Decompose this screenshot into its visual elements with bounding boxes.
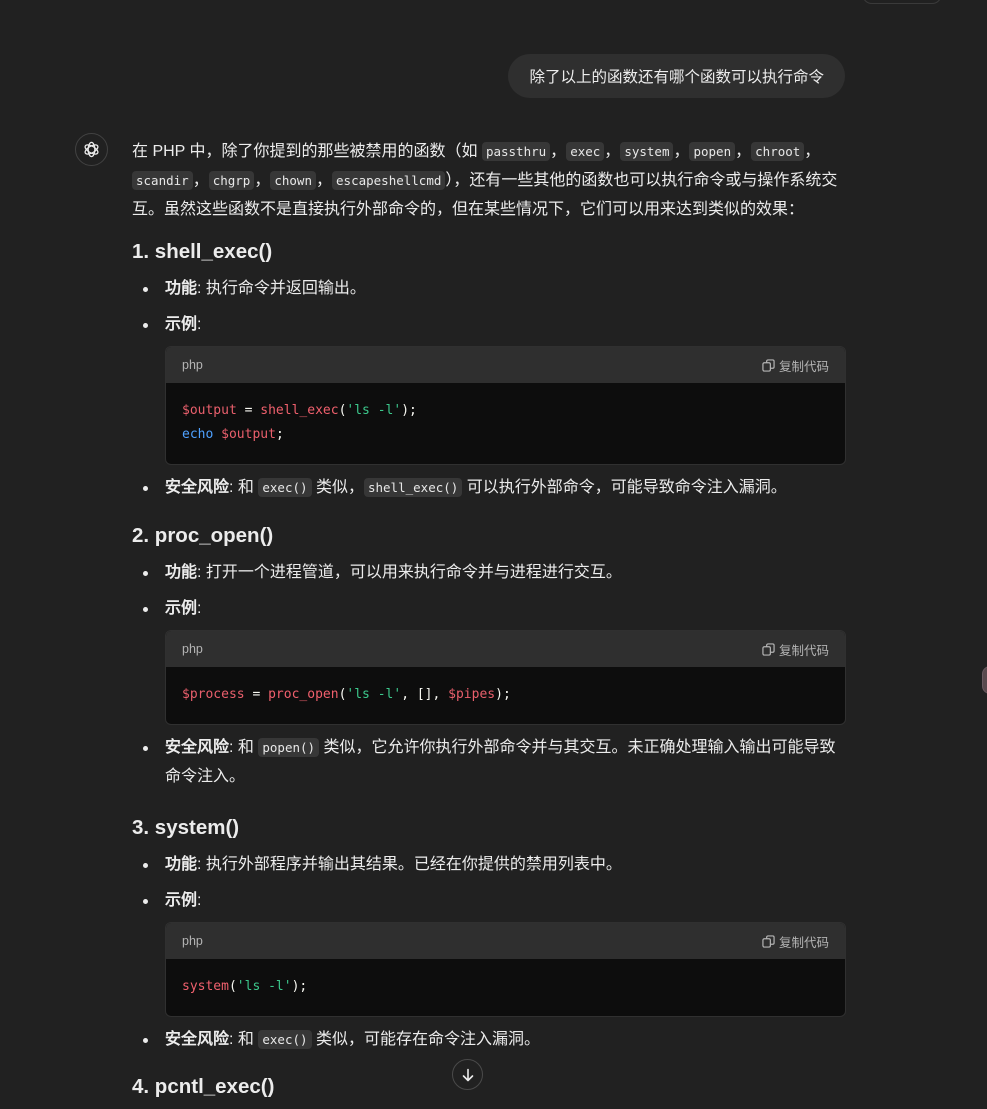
- list-item: 安全风险: 和 popen() 类似，它允许你执行外部命令并与其交互。未正确处理…: [132, 733, 845, 791]
- code-language: php: [182, 934, 203, 948]
- inline-code: system: [620, 142, 674, 161]
- top-button[interactable]: [862, 0, 942, 4]
- section-list: 安全风险: 和 popen() 类似，它允许你执行外部命令并与其交互。未正确处理…: [132, 733, 845, 791]
- code-block: php 复制代码 $process = proc_open('ls -l', […: [165, 630, 846, 725]
- inline-code: escapeshellcmd: [332, 171, 446, 190]
- inline-code: shell_exec(): [363, 478, 463, 497]
- copy-code-button[interactable]: 复制代码: [762, 356, 829, 375]
- inline-code: popen(): [258, 738, 320, 757]
- intro-prefix: 在 PHP 中，除了你提到的那些被禁用的函数（如: [132, 143, 482, 160]
- code-header: php 复制代码: [166, 347, 845, 383]
- section-heading: 3. system(): [132, 816, 240, 839]
- inline-code: exec(): [258, 478, 312, 497]
- code-content: $process = proc_open('ls -l', [], $pipes…: [182, 687, 511, 702]
- user-message-text: 除了以上的函数还有哪个函数可以执行命令: [529, 69, 824, 86]
- list-item: 安全风险: 和 exec() 类似， shell_exec() 可以执行外部命令，…: [132, 473, 845, 502]
- section-list: 功能: 打开一个进程管道，可以用来执行命令并与进程进行交互。 示例:: [132, 558, 845, 623]
- copy-code-button[interactable]: 复制代码: [762, 640, 829, 659]
- section-list: 安全风险: 和 exec() 类似， shell_exec() 可以执行外部命令，…: [132, 473, 845, 502]
- copy-code-button[interactable]: 复制代码: [762, 932, 829, 951]
- inline-code: chown: [270, 171, 316, 190]
- section-heading: 2. proc_open(): [132, 524, 274, 547]
- intro-paragraph: 在 PHP 中，除了你提到的那些被禁用的函数（如 passthru， exec， s…: [132, 142, 838, 218]
- arrow-down-icon: [462, 1068, 473, 1081]
- section-list: 安全风险: 和 exec() 类似，可能存在命令注入漏洞。: [132, 1025, 845, 1054]
- copy-icon: [762, 934, 775, 948]
- list-item: 示例:: [132, 310, 845, 339]
- inline-code: popen: [689, 142, 736, 161]
- openai-logo-icon: [84, 141, 99, 158]
- user-message-bubble: 除了以上的函数还有哪个函数可以执行命令: [508, 54, 845, 98]
- code-header: php 复制代码: [166, 631, 845, 667]
- assistant-message: 在 PHP 中，除了你提到的那些被禁用的函数（如 passthru， exec， s…: [132, 137, 846, 1101]
- inline-code: passthru: [481, 142, 551, 161]
- code-language: php: [182, 642, 203, 656]
- copy-icon: [762, 358, 775, 372]
- section-heading: 1. shell_exec(): [132, 240, 273, 263]
- inline-code: scandir: [132, 171, 193, 190]
- section-list: 功能: 执行命令并返回输出。 示例:: [132, 274, 845, 339]
- side-handle[interactable]: [982, 666, 987, 694]
- code-language: php: [182, 358, 203, 372]
- list-item: 功能: 打开一个进程管道，可以用来执行命令并与进程进行交互。: [132, 558, 845, 587]
- inline-code: exec: [566, 142, 605, 161]
- code-header: php 复制代码: [166, 923, 845, 959]
- code-content: system('ls -l');: [182, 979, 308, 994]
- section-heading: 4. pcntl_exec(): [132, 1075, 275, 1098]
- list-item: 功能: 执行外部程序并输出其结果。已经在你提供的禁用列表中。: [132, 850, 845, 879]
- list-item: 示例:: [132, 594, 845, 623]
- code-block: php 复制代码 $output = shell_exec('ls -l'); …: [165, 346, 846, 465]
- copy-icon: [762, 642, 775, 656]
- inline-code: chroot: [751, 142, 805, 161]
- section-list: 功能: 执行外部程序并输出其结果。已经在你提供的禁用列表中。 示例:: [132, 850, 845, 915]
- inline-code: chgrp: [208, 171, 255, 190]
- list-item: 安全风险: 和 exec() 类似，可能存在命令注入漏洞。: [132, 1025, 845, 1054]
- code-block: php 复制代码 system('ls -l');: [165, 922, 846, 1017]
- scroll-to-bottom-button[interactable]: [452, 1059, 483, 1090]
- list-item: 示例:: [132, 886, 845, 915]
- assistant-avatar: [75, 133, 108, 166]
- inline-code: exec(): [258, 1030, 312, 1049]
- list-item: 功能: 执行命令并返回输出。: [132, 274, 845, 303]
- code-content: $output = shell_exec('ls -l'); echo $out…: [182, 403, 417, 442]
